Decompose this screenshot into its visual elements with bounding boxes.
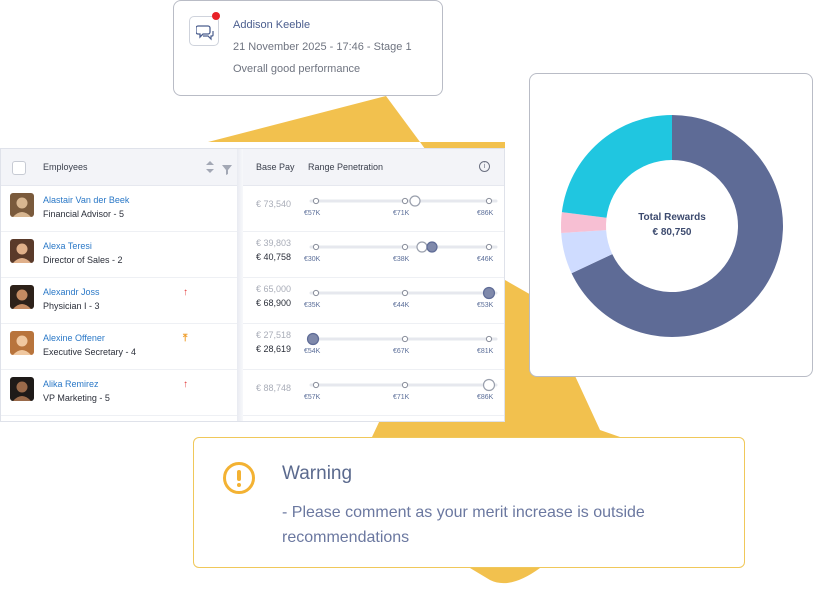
employee-name-link[interactable]: Alexandr Joss <box>43 287 100 297</box>
base-pay-proposed: € 28,619 <box>256 344 292 354</box>
range-penetration-bar: €30K €38K €46K <box>301 238 501 268</box>
select-all-checkbox[interactable] <box>12 161 26 175</box>
range-penetration-bar: €57K €71K €86K <box>301 192 501 222</box>
base-pay-proposed: € 40,758 <box>256 252 292 262</box>
range-tick-label: €86K <box>477 210 494 217</box>
base-pay-header: Base Pay <box>256 162 295 172</box>
unread-dot <box>212 12 220 20</box>
table-header: Employees Base Pay Range Penetration i <box>1 149 504 186</box>
employee-table: Employees Base Pay Range Penetration i A… <box>0 148 505 422</box>
range-penetration-header: Range Penetration <box>308 162 384 172</box>
increase-flag-icon: ↑ <box>183 287 188 298</box>
range-tick-label: €44K <box>393 302 410 309</box>
donut-title: Total Rewards <box>638 212 706 223</box>
increase-flag-icon: ↑ <box>183 379 188 390</box>
warning-icon <box>223 462 255 494</box>
donut-total: € 80,750 <box>652 227 692 238</box>
base-pay-current: € 73,540 <box>256 199 292 209</box>
avatar <box>10 239 34 263</box>
employee-title: VP Marketing - 5 <box>43 393 110 403</box>
notification-meta: 21 November 2025 - 17:46 - Stage 1 <box>233 41 412 53</box>
notification-name: Addison Keeble <box>233 19 311 31</box>
range-tick-label: €57K <box>304 394 321 401</box>
avatar <box>10 285 34 309</box>
range-tick-label: €71K <box>393 210 410 217</box>
chat-icon <box>189 16 219 46</box>
table-row[interactable]: Alexandr Joss Physician I - 3 ↑ € 65,000 € 6… <box>1 278 504 324</box>
avatar <box>10 193 34 217</box>
employee-title: Financial Advisor - 5 <box>43 209 125 219</box>
base-pay-proposed: € 68,900 <box>256 298 292 308</box>
range-tick-label: €71K <box>393 394 410 401</box>
range-tick-label: €30K <box>304 256 321 263</box>
range-tick-label: €67K <box>393 348 410 355</box>
employee-name-link[interactable]: Alastair Van der Beek <box>43 195 129 205</box>
employee-name-link[interactable]: Alexa Teresi <box>43 241 92 251</box>
table-row[interactable]: Alastair Van der Beek Financial Advisor -… <box>1 186 504 232</box>
range-penetration-bar: €35K €44K €53K <box>301 284 501 314</box>
increase-flag-icon: ⤒ <box>183 333 188 344</box>
range-tick-label: €81K <box>477 348 494 355</box>
base-pay-current: € 27,518 <box>256 330 292 340</box>
range-tick-label: €53K <box>477 302 494 309</box>
warning-message: - Please comment as your merit increase … <box>282 504 645 546</box>
notification-note: Overall good performance <box>233 63 361 75</box>
range-tick-label: €57K <box>304 210 321 217</box>
employee-title: Executive Secretary - 4 <box>43 347 137 357</box>
base-pay-current: € 65,000 <box>256 284 292 294</box>
range-penetration-bar: €54K €67K €81K <box>301 330 501 360</box>
range-tick-label: €46K <box>477 256 494 263</box>
employees-header: Employees <box>43 162 88 172</box>
range-penetration-bar: €57K €71K €86K <box>301 376 501 406</box>
range-tick-label: €86K <box>477 394 494 401</box>
range-tick-label: €38K <box>393 256 410 263</box>
avatar <box>10 377 34 401</box>
filter-icon[interactable] <box>222 162 232 180</box>
avatar <box>10 331 34 355</box>
column-divider <box>237 149 243 421</box>
total-rewards-donut <box>561 115 783 337</box>
notification-card[interactable]: Addison Keeble 21 November 2025 - 17:46 … <box>173 0 443 96</box>
info-icon[interactable]: i <box>479 161 490 172</box>
employee-name-link[interactable]: Alexine Offener <box>43 333 105 343</box>
employee-title: Director of Sales - 2 <box>43 255 123 265</box>
employee-title: Physician I - 3 <box>43 301 100 311</box>
warning-card: Warning - Please comment as your merit i… <box>193 437 745 568</box>
table-row[interactable]: Alexine Offener Executive Secretary - 4 ⤒ €… <box>1 324 504 370</box>
employee-name-link[interactable]: Alika Remirez <box>43 379 99 389</box>
range-tick-label: €35K <box>304 302 321 309</box>
warning-title: Warning <box>282 463 353 484</box>
table-row[interactable]: Alexa Teresi Director of Sales - 2 € 39,80… <box>1 232 504 278</box>
total-rewards-card: Total Rewards € 80,750 <box>529 73 813 377</box>
base-pay-current: € 88,748 <box>256 383 292 393</box>
table-row[interactable]: Alika Remirez VP Marketing - 5 ↑ € 88,748 €5… <box>1 370 504 416</box>
donut-segment[interactable] <box>561 115 672 218</box>
sort-icon[interactable] <box>205 160 215 179</box>
range-tick-label: €54K <box>304 348 321 355</box>
base-pay-current: € 39,803 <box>256 238 292 248</box>
